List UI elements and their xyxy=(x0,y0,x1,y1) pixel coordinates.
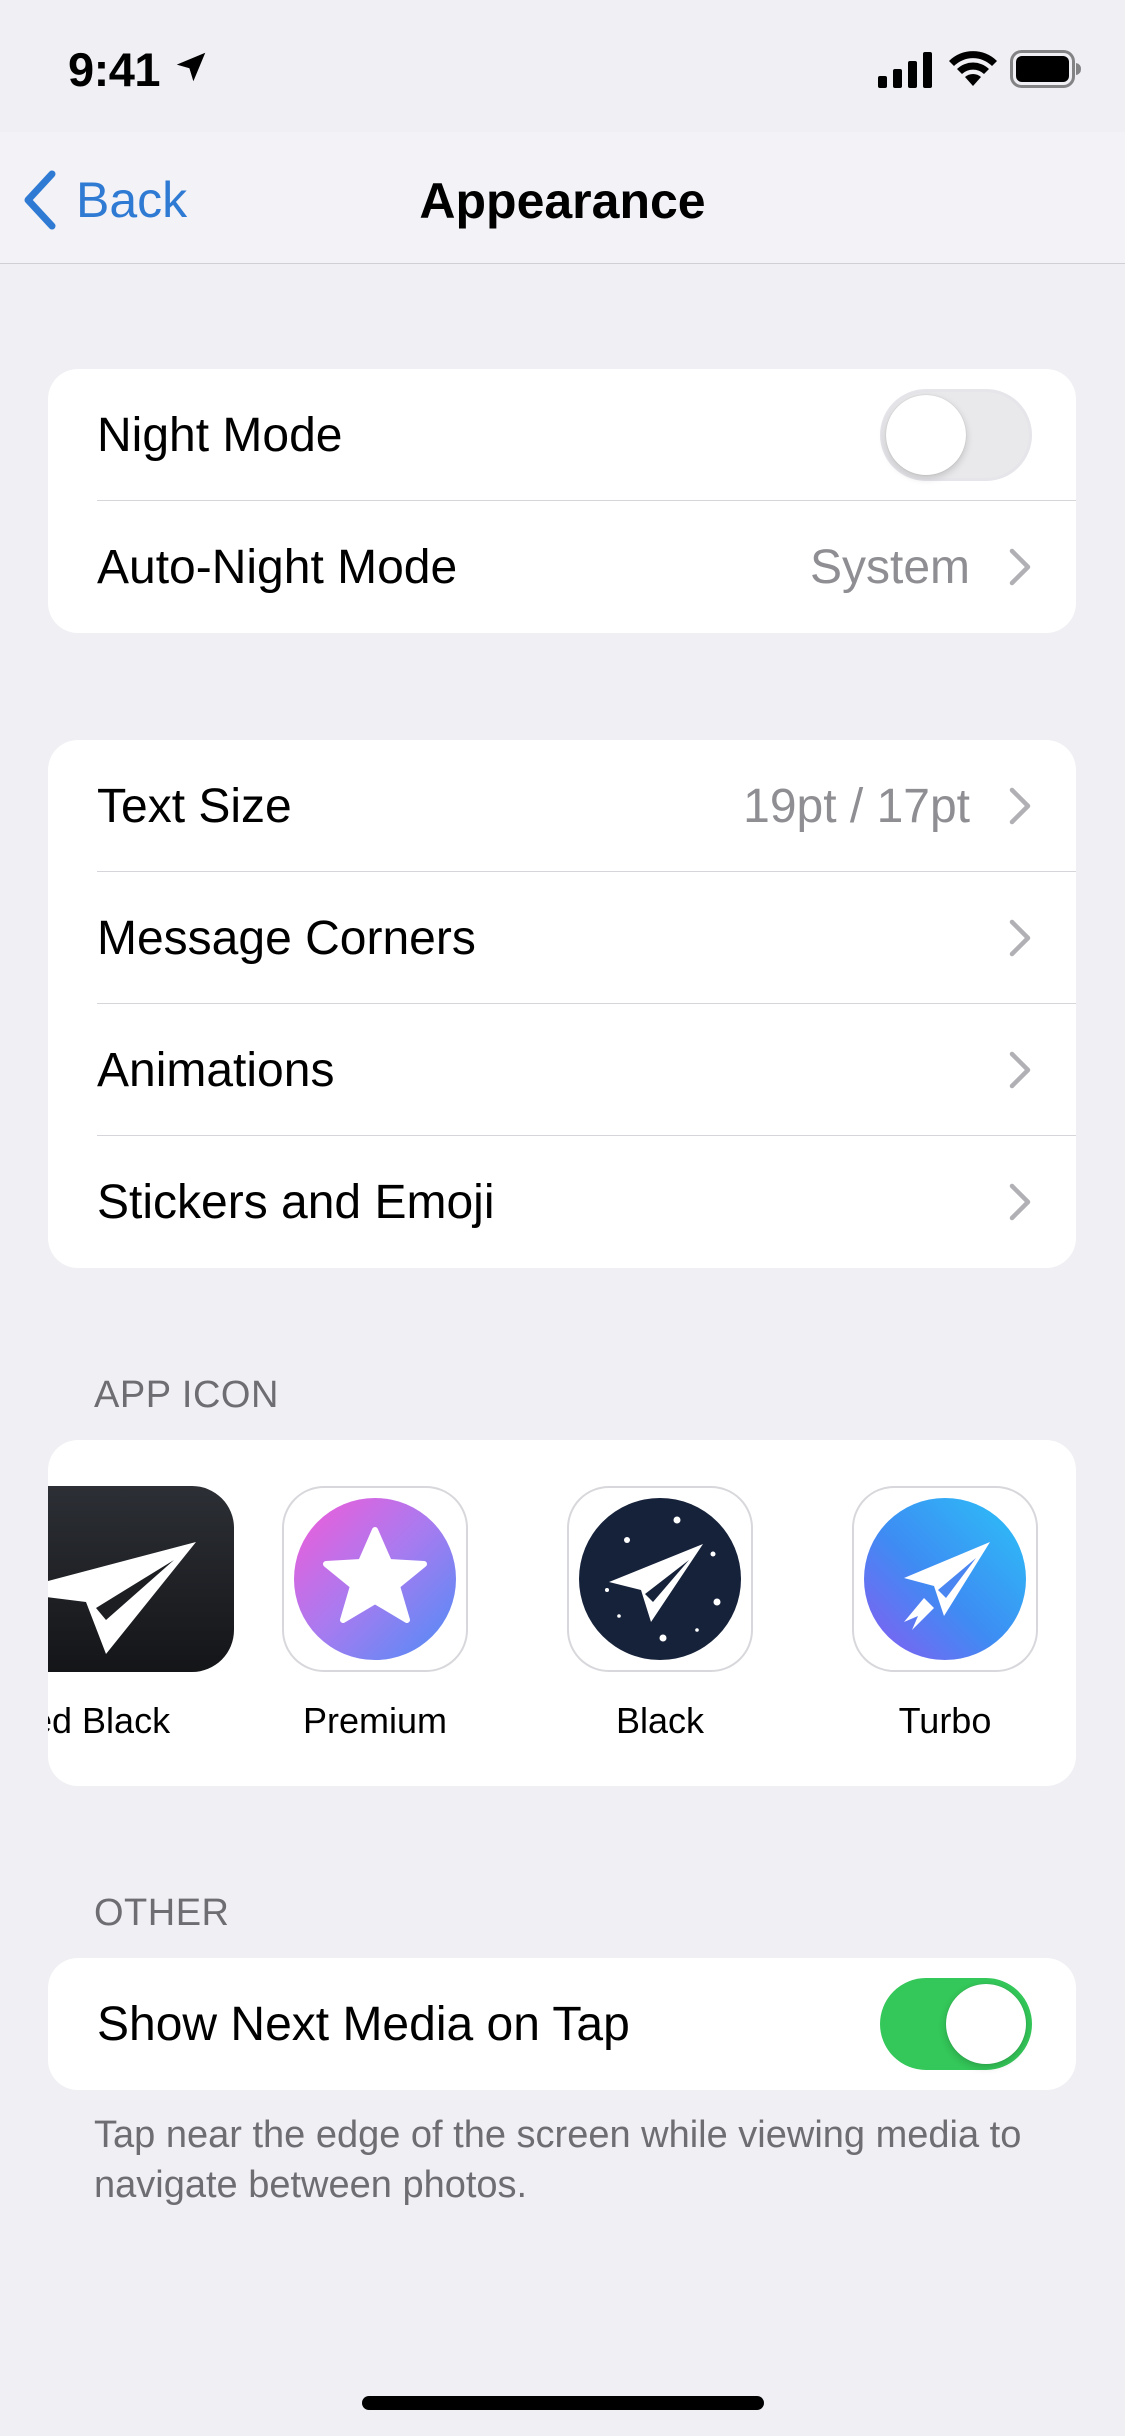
app-icon-option-filled-black[interactable]: ed Black xyxy=(48,1486,234,1742)
show-next-media-toggle[interactable] xyxy=(880,1978,1032,2070)
location-arrow-icon xyxy=(176,52,206,82)
night-mode-label: Night Mode xyxy=(97,408,343,462)
night-mode-group: Night Mode Auto-Night Mode System xyxy=(48,369,1076,633)
text-size-value: 19pt / 17pt xyxy=(743,779,970,833)
app-icon-option-turbo[interactable]: Turbo xyxy=(852,1486,1038,1742)
home-indicator[interactable] xyxy=(362,2396,764,2410)
other-header: OTHER xyxy=(94,1892,230,1934)
page-title: Appearance xyxy=(419,173,706,229)
animations-label: Animations xyxy=(97,1043,335,1097)
text-size-row[interactable]: Text Size 19pt / 17pt xyxy=(48,740,1076,872)
show-next-media-footer: Tap near the edge of the screen while vi… xyxy=(94,2114,1022,2206)
stickers-and-emoji-row[interactable]: Stickers and Emoji xyxy=(48,1136,1076,1268)
chevron-right-icon xyxy=(1009,787,1031,825)
stickers-and-emoji-label: Stickers and Emoji xyxy=(97,1175,495,1229)
toggle-knob xyxy=(886,395,966,475)
navigation-bar: Back Appearance xyxy=(0,132,1125,264)
app-icon-group: ed Black xyxy=(48,1440,1076,1786)
icon-frame xyxy=(852,1486,1038,1672)
auto-night-mode-label: Auto-Night Mode xyxy=(97,540,458,594)
toggle-knob xyxy=(946,1984,1026,2064)
chevron-right-icon xyxy=(1009,919,1031,957)
app-icon-option-black[interactable]: Black xyxy=(567,1486,753,1742)
premium-star-icon xyxy=(294,1498,456,1660)
animations-row[interactable]: Animations xyxy=(48,1004,1076,1136)
auto-night-mode-row[interactable]: Auto-Night Mode System xyxy=(48,501,1076,633)
night-mode-row: Night Mode xyxy=(48,369,1076,501)
message-corners-label: Message Corners xyxy=(97,911,476,965)
battery-icon xyxy=(1010,50,1081,88)
other-group: Show Next Media on Tap xyxy=(48,1958,1076,2090)
app-icon-label: Turbo xyxy=(898,1700,992,1741)
show-next-media-row: Show Next Media on Tap xyxy=(48,1958,1076,2090)
cellular-signal-icon xyxy=(878,52,932,88)
app-icon-header: APP ICON xyxy=(94,1374,279,1416)
icon-frame xyxy=(48,1486,234,1672)
text-size-label: Text Size xyxy=(97,779,292,833)
turbo-rocket-plane-icon xyxy=(864,1498,1026,1660)
app-icon-label: Premium xyxy=(302,1700,448,1741)
status-time: 9:41 xyxy=(68,43,161,96)
icon-frame xyxy=(567,1486,753,1672)
text-settings-group: Text Size 19pt / 17pt Message Corners An… xyxy=(48,740,1076,1268)
chevron-right-icon xyxy=(1009,1183,1031,1221)
icon-frame xyxy=(282,1486,468,1672)
show-next-media-label: Show Next Media on Tap xyxy=(97,1997,630,2051)
auto-night-mode-value: System xyxy=(809,540,970,594)
chevron-right-icon xyxy=(1009,1051,1031,1089)
status-bar: 9:41 xyxy=(0,0,1125,132)
message-corners-row[interactable]: Message Corners xyxy=(48,872,1076,1004)
filled-black-paper-plane-icon xyxy=(48,1542,196,1654)
appearance-screen: 9:41 Back Appearance Night Mode Auto-Nig… xyxy=(0,0,1125,2436)
night-mode-toggle[interactable] xyxy=(880,389,1032,481)
app-icon-option-premium[interactable]: Premium xyxy=(282,1486,468,1742)
app-icon-label: Black xyxy=(615,1700,705,1741)
app-icon-scroller[interactable]: ed Black xyxy=(48,1440,1076,1786)
black-starry-paper-plane-icon xyxy=(579,1498,741,1660)
wifi-icon xyxy=(949,51,997,86)
chevron-right-icon xyxy=(1009,548,1031,586)
app-icon-label: ed Black xyxy=(48,1700,171,1741)
